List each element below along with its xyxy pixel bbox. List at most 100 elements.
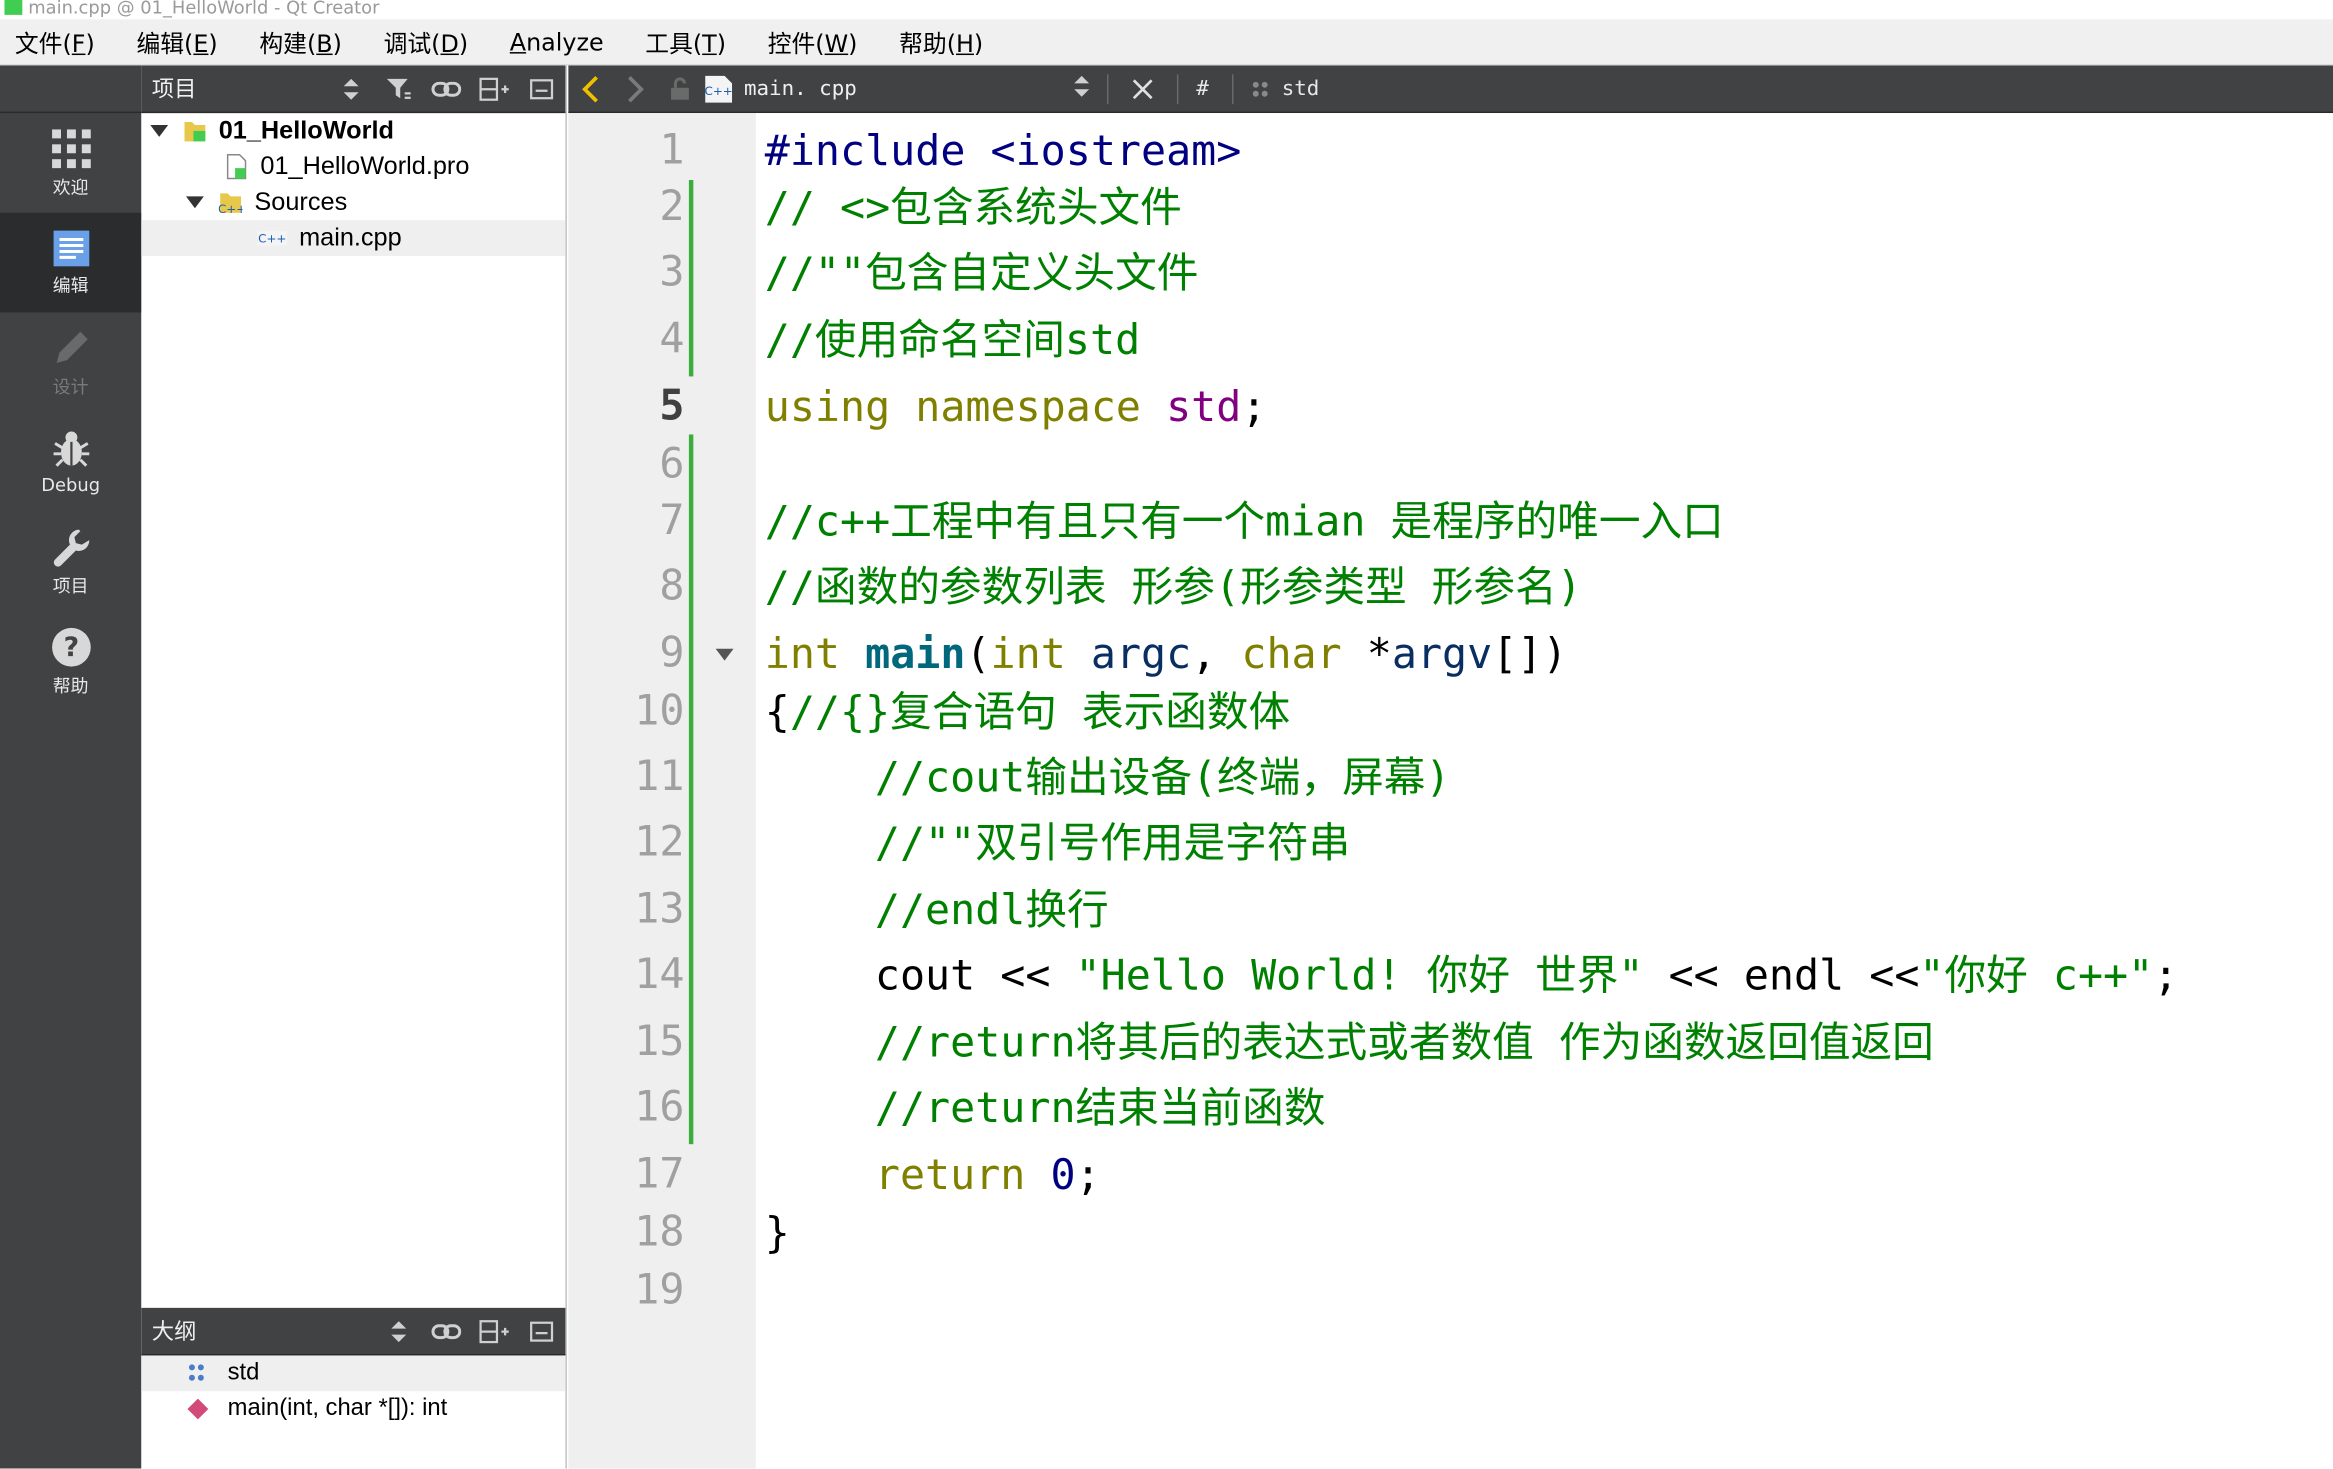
namespace-icon [1253,81,1269,96]
outline-item-label: main(int, char *[]): int [227,1395,448,1421]
code-line: using namespace std; [764,382,1267,432]
line-number: 3 [659,246,685,297]
project-pane-header: 项目 [141,65,566,114]
namespace-icon [188,1364,204,1381]
mode-label: 项目 [52,575,89,596]
menu-bar: 文件(F) 编辑(E) 构建(B) 调试(D) Analyze 工具(T) 控件(W) 帮助(… [0,19,2333,66]
menu-item-3[interactable]: 调试(D) [378,24,474,60]
mode-edit[interactable]: 编辑 [0,212,142,313]
line-number: 4 [659,313,685,364]
expand-arrow-icon[interactable] [185,196,204,209]
function-icon [187,1398,209,1420]
link-icon[interactable] [423,65,471,113]
outline-item-std[interactable]: std [141,1355,566,1392]
tree-item-pro-file[interactable]: 01_HelloWorld.pro [141,149,565,185]
menu-item-2[interactable]: 构建(B) [253,24,347,60]
code-editor[interactable]: #include <iostream> // <>包含系统头文件 //""包含自… [755,113,2333,1469]
filter-icon[interactable] [375,65,423,113]
open-document-selector[interactable]: main. cpp [744,77,1074,101]
menu-item-7[interactable]: 帮助(H) [893,24,989,60]
menu-item-5[interactable]: 工具(T) [639,24,732,60]
change-marker [688,180,694,377]
link-icon[interactable] [423,1307,471,1355]
project-view-selector[interactable]: 项目 [152,73,328,104]
updown-arrows-icon[interactable] [327,65,375,113]
line-number: 15 [634,1016,685,1066]
close-pane-icon[interactable] [518,1307,566,1355]
line-number: 2 [659,181,685,231]
fold-arrow-icon[interactable] [715,648,734,661]
code-line: //使用命名空间std [764,315,1141,365]
chevron-right-icon [628,75,644,102]
svg-text:C++: C++ [705,83,733,97]
outline-item-main[interactable]: main(int, char *[]): int [141,1391,565,1427]
tree-item-label: 01_HelloWorld [218,116,394,145]
wrench-icon [53,528,89,566]
mode-label: Debug [41,474,101,496]
code-line: //cout输出设备(终端，屏幕) [874,752,1451,802]
outline-item-label: std [227,1359,260,1386]
pro-file-icon [226,153,247,180]
svg-text:C++: C++ [219,202,243,216]
symbol-hash[interactable]: # [1196,77,1209,101]
tree-item-main-cpp[interactable]: C++ main.cpp [141,220,566,256]
mode-selector-bar: 欢迎 编辑 设计 Debug 项目 ? 帮助 [0,65,142,1469]
outline-pane: 大纲 std main(int, char *[]): int [141,1307,567,1469]
code-line: // <>包含系统头文件 [764,183,1182,233]
mode-design[interactable]: 设计 [0,312,141,412]
unlocked-icon [671,76,689,99]
grid-icon [51,128,91,168]
editor-gutter: 1 2 3 4 5 6 7 8 9 10 11 12 13 14 15 16 17 18 19 [568,113,756,1469]
code-line: //函数的参数列表 形参(形参类型 形参名) [764,562,1582,612]
tree-item-project[interactable]: 01_HelloWorld [141,113,565,149]
code-line: //endl换行 [874,885,1109,935]
code-line: cout << "Hello World! 你好 世界" << endl <<"… [874,950,2179,1000]
lock-button[interactable] [658,65,703,113]
symbol-selector[interactable]: std [1282,77,1320,101]
split-icon[interactable] [470,1307,518,1355]
pencil-icon [55,331,88,363]
menu-item-6[interactable]: 控件(W) [762,24,864,60]
svg-text:?: ? [63,631,79,662]
expand-arrow-icon[interactable] [150,124,169,137]
mode-projects[interactable]: 项目 [0,512,141,612]
project-pane: 项目 01_HelloWorld 01_HelloWorld.pro C+ So… [141,65,567,1308]
line-number: 7 [659,495,685,545]
tree-item-sources[interactable]: C++ Sources [141,184,565,220]
qt-creator-icon [4,0,23,15]
navigate-back-button[interactable] [568,65,613,113]
line-number: 6 [659,438,685,489]
code-line: //return结束当前函数 [874,1083,1326,1133]
close-icon [1132,78,1153,99]
line-number: 14 [634,949,685,999]
line-number: 18 [634,1206,685,1256]
close-document-button[interactable] [1120,65,1165,113]
close-pane-icon[interactable] [518,65,566,113]
updown-arrows-icon[interactable] [1074,75,1090,102]
menu-item-1[interactable]: 编辑(E) [130,24,223,60]
svg-text:C++: C++ [258,232,286,246]
mode-help[interactable]: ? 帮助 [0,612,141,712]
cpp-file-icon: C++ [705,75,733,102]
code-line: //return将其后的表达式或者数值 作为函数返回值返回 [874,1017,1934,1067]
line-number: 16 [634,1081,685,1131]
updown-arrows-icon[interactable] [375,1307,423,1355]
project-tree: 01_HelloWorld 01_HelloWorld.pro C++ Sour… [141,113,566,256]
tree-item-label: 01_HelloWorld.pro [260,151,470,181]
mode-welcome[interactable]: 欢迎 [0,113,141,213]
line-number: 12 [634,816,685,866]
menu-item-0[interactable]: 文件(F) [9,24,101,60]
editor-toolbar: C++ main. cpp # std [568,65,2333,114]
line-number: 13 [634,883,685,933]
chevron-left-icon [582,75,598,102]
cpp-file-icon: C++ [257,230,288,246]
line-number: 11 [634,751,685,801]
mode-debug[interactable]: Debug [0,412,141,512]
outline-pane-header: 大纲 [141,1307,566,1356]
split-icon[interactable] [470,65,518,113]
menu-item-4[interactable]: Analyze [504,28,610,56]
outline-view-selector[interactable]: 大纲 [152,1315,375,1346]
tree-item-label: main.cpp [299,223,402,252]
line-number: 5 [659,380,685,430]
navigate-forward-button[interactable] [613,65,658,113]
